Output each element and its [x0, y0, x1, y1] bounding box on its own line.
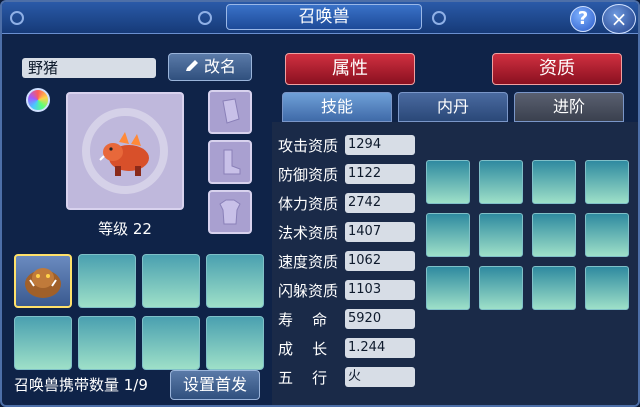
attributes-tab[interactable]: 属性 [285, 53, 415, 85]
boar-icon [25, 268, 61, 298]
pet-slot-7[interactable] [142, 316, 200, 370]
set-leader-button[interactable]: 设置首发 [170, 370, 260, 400]
armguard-icon [222, 98, 240, 124]
carry-count: 召唤兽携带数量 1/9 [14, 376, 148, 394]
stat-value: 5920 [345, 309, 415, 329]
title-ornament-mid-left [198, 11, 212, 25]
stat-label: 闪躲资质 [278, 282, 339, 300]
skill-slot[interactable] [426, 266, 470, 310]
pet-name-field[interactable]: 野猪 [22, 58, 156, 78]
pet-slot-4[interactable] [206, 254, 264, 308]
stat-value: 火 [345, 367, 415, 387]
stat-value: 1103 [345, 280, 415, 300]
stat-value: 1122 [345, 164, 415, 184]
pencil-icon [185, 60, 198, 71]
stat-label: 成 长 [278, 340, 328, 358]
help-button[interactable]: ? [570, 6, 596, 32]
skill-slot[interactable] [585, 160, 629, 204]
pet-level: 等级 22 [98, 220, 152, 238]
skill-slot[interactable] [532, 160, 576, 204]
stat-value: 1407 [345, 222, 415, 242]
pet-portrait [66, 92, 184, 210]
stat-value: 1.244 [345, 338, 415, 358]
skill-slot[interactable] [532, 213, 576, 257]
stat-label: 攻击资质 [278, 137, 339, 155]
window-title: 召唤兽 [226, 4, 422, 30]
close-button[interactable]: × [602, 4, 636, 34]
equip-slot-3[interactable] [208, 190, 252, 234]
pet-slot-6[interactable] [78, 316, 136, 370]
rainbow-orb-icon[interactable] [26, 88, 50, 112]
stat-label: 速度资质 [278, 253, 339, 271]
stat-label: 五 行 [278, 369, 328, 387]
pet-slot-3[interactable] [142, 254, 200, 308]
skill-slot[interactable] [479, 266, 523, 310]
skill-slot[interactable] [532, 266, 576, 310]
title-ornament-mid-right [432, 11, 446, 25]
boar-icon [99, 132, 149, 176]
skill-slot[interactable] [585, 266, 629, 310]
pet-slot-2[interactable] [78, 254, 136, 308]
rename-button[interactable]: 改名 [168, 53, 252, 81]
skill-slot[interactable] [479, 213, 523, 257]
stat-value: 1062 [345, 251, 415, 271]
armor-icon [219, 199, 241, 225]
skill-slot[interactable] [426, 160, 470, 204]
tab-advance[interactable]: 进阶 [514, 92, 624, 122]
pet-slot-5[interactable] [14, 316, 72, 370]
rename-label: 改名 [203, 57, 236, 76]
title-ornament-left [10, 11, 24, 25]
aptitude-tab[interactable]: 资质 [492, 53, 622, 85]
skill-slot[interactable] [479, 160, 523, 204]
stat-value: 2742 [345, 193, 415, 213]
summon-beast-window: 召唤兽 ? × 野猪 改名 等级 22 召唤兽携带数量 1/9 设置首发 属性 … [0, 0, 640, 407]
title-bar: 召唤兽 ? × [2, 2, 638, 34]
stat-value: 1294 [345, 135, 415, 155]
skill-slot[interactable] [585, 213, 629, 257]
stat-label: 体力资质 [278, 195, 339, 213]
pet-slot-1[interactable] [14, 254, 72, 308]
pet-slot-8[interactable] [206, 316, 264, 370]
stat-label: 寿 命 [278, 311, 328, 329]
skill-slot[interactable] [426, 213, 470, 257]
stat-label: 防御资质 [278, 166, 339, 184]
equip-slot-2[interactable] [208, 140, 252, 184]
boots-icon [223, 149, 241, 175]
tab-inner-pill[interactable]: 内丹 [398, 92, 508, 122]
equip-slot-1[interactable] [208, 90, 252, 134]
stat-label: 法术资质 [278, 224, 339, 242]
tab-skills[interactable]: 技能 [282, 92, 392, 122]
